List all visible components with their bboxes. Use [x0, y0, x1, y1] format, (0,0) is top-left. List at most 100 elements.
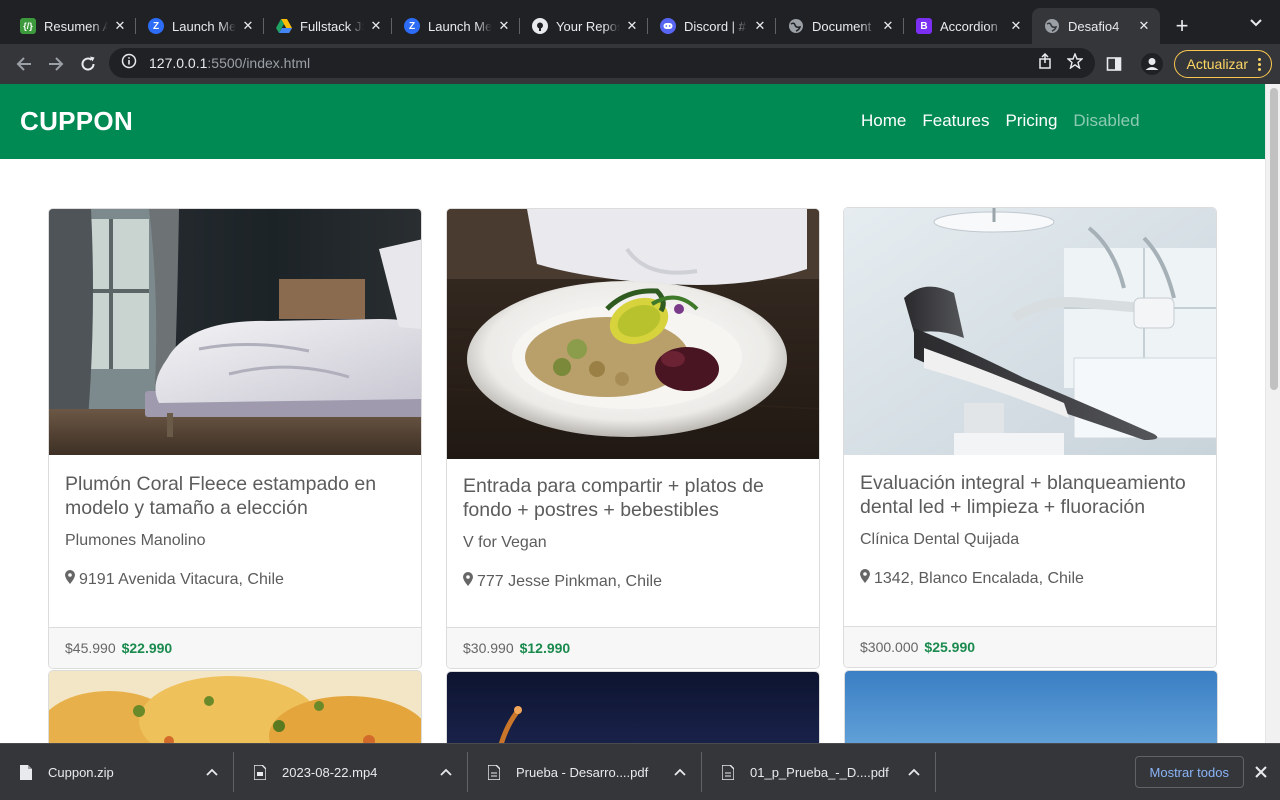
zip-file-icon: [20, 764, 32, 780]
bookmark-star-icon[interactable]: [1066, 51, 1084, 74]
pdf-file-icon: [721, 763, 735, 781]
location-text: 1342, Blanco Encalada, Chile: [874, 569, 1084, 587]
zoom-icon: Z: [404, 18, 420, 34]
deal-card[interactable]: Plumón Coral Fleece estampado en modelo …: [48, 208, 422, 669]
deal-price: $12.990: [519, 640, 571, 656]
old-price: $300.000: [860, 639, 919, 655]
old-price: $30.990: [463, 640, 514, 656]
downloads-bar: Cuppon.zip 2023-08-22.mp4 Prueba - Desar…: [0, 743, 1280, 800]
browser-tab[interactable]: {/} Resumen A ✕: [8, 8, 136, 44]
share-icon[interactable]: [1037, 52, 1053, 74]
google-drive-icon: [276, 18, 292, 34]
close-icon[interactable]: ✕: [624, 18, 640, 34]
url-text: 127.0.0.1:5500/index.html: [149, 55, 310, 71]
new-tab-icon[interactable]: +: [1168, 12, 1196, 40]
download-filename: 2023-08-22.mp4: [282, 764, 378, 780]
tab-title: Resumen A: [44, 18, 108, 34]
browser-tab-active[interactable]: Desafio4 ✕: [1032, 8, 1160, 44]
card-footer: $30.990 $12.990: [447, 627, 819, 668]
nav-links: Home Features Pricing Disabled: [853, 111, 1148, 131]
chevron-up-icon[interactable]: [436, 768, 456, 776]
profile-avatar-icon[interactable]: [1136, 48, 1168, 80]
page-scrollbar[interactable]: [1265, 84, 1280, 743]
tab-search-chevron-icon[interactable]: [1248, 14, 1264, 30]
update-button[interactable]: Actualizar: [1173, 50, 1272, 78]
download-filename: 01_p_Prueba_-_D....pdf: [750, 764, 889, 780]
map-marker-icon: [65, 570, 75, 589]
address-bar[interactable]: 127.0.0.1:5500/index.html: [109, 48, 1095, 78]
close-icon[interactable]: ✕: [496, 18, 512, 34]
site-navbar: CUPPON Home Features Pricing Disabled: [0, 84, 1265, 159]
more-vert-icon: [1258, 57, 1261, 71]
deal-card-image[interactable]: [844, 670, 1218, 743]
card-body: Evaluación integral + blanqueamiento den…: [860, 471, 1200, 588]
nav-link-features[interactable]: Features: [914, 111, 997, 131]
deal-card[interactable]: Entrada para compartir + platos de fondo…: [446, 208, 820, 669]
card-provider: Clínica Dental Quijada: [860, 531, 1020, 548]
tab-title: Launch Me: [428, 18, 492, 34]
forward-icon[interactable]: [40, 48, 72, 80]
location-text: 9191 Avenida Vitacura, Chile: [79, 570, 284, 588]
location-text: 777 Jesse Pinkman, Chile: [477, 572, 662, 590]
brand-logo[interactable]: CUPPON: [20, 106, 133, 137]
browser-tab[interactable]: Discord | # ✕: [648, 8, 776, 44]
card-location: 9191 Avenida Vitacura, Chile: [65, 570, 405, 589]
browser-tab[interactable]: B Accordion ✕: [904, 8, 1032, 44]
download-item[interactable]: Cuppon.zip: [0, 744, 234, 800]
deal-card[interactable]: Evaluación integral + blanqueamiento den…: [843, 207, 1217, 668]
bootstrap-icon: B: [916, 18, 932, 34]
video-file-icon: [253, 763, 267, 781]
chevron-up-icon[interactable]: [904, 768, 924, 776]
nav-link-pricing[interactable]: Pricing: [997, 111, 1065, 131]
deal-price: $25.990: [924, 639, 976, 655]
back-icon[interactable]: [8, 48, 40, 80]
browser-tab[interactable]: Z Launch Me ✕: [136, 8, 264, 44]
code-icon: {/}: [20, 18, 36, 34]
browser-tab[interactable]: Z Launch Me ✕: [392, 8, 520, 44]
close-icon[interactable]: [1252, 763, 1270, 781]
close-icon[interactable]: ✕: [752, 18, 768, 34]
close-icon[interactable]: ✕: [240, 18, 256, 34]
deal-card-image[interactable]: [48, 670, 422, 743]
tab-strip: {/} Resumen A ✕ Z Launch Me ✕ Fullstack …: [0, 0, 1280, 44]
chevron-up-icon[interactable]: [202, 768, 222, 776]
map-marker-icon: [860, 569, 870, 588]
deal-card-image[interactable]: [446, 671, 820, 743]
card-body: Plumón Coral Fleece estampado en modelo …: [65, 472, 405, 589]
globe-icon: [788, 18, 804, 34]
nav-link-home[interactable]: Home: [853, 111, 914, 131]
close-icon[interactable]: ✕: [880, 18, 896, 34]
card-title[interactable]: Plumón Coral Fleece estampado en modelo …: [65, 472, 405, 520]
close-icon[interactable]: ✕: [1136, 18, 1152, 34]
site-info-icon[interactable]: [121, 53, 137, 74]
download-item[interactable]: Prueba - Desarro....pdf: [468, 744, 702, 800]
side-panel-icon[interactable]: [1098, 48, 1130, 80]
zoom-icon: Z: [148, 18, 164, 34]
browser-tab[interactable]: Your Repos ✕: [520, 8, 648, 44]
globe-icon: [1044, 18, 1060, 34]
vegan-food-photo: [447, 209, 819, 459]
show-all-downloads-button[interactable]: Mostrar todos: [1134, 756, 1244, 788]
card-title[interactable]: Entrada para compartir + platos de fondo…: [463, 474, 803, 522]
card-location: 777 Jesse Pinkman, Chile: [463, 572, 803, 591]
close-icon[interactable]: ✕: [1008, 18, 1024, 34]
tab-title: Desafio4: [1068, 18, 1120, 34]
scrollbar-thumb[interactable]: [1270, 88, 1278, 390]
card-provider: Plumones Manolino: [65, 532, 206, 549]
discord-icon: [660, 18, 676, 34]
download-item[interactable]: 01_p_Prueba_-_D....pdf: [702, 744, 936, 800]
close-icon[interactable]: ✕: [112, 18, 128, 34]
close-icon[interactable]: ✕: [368, 18, 384, 34]
reload-icon[interactable]: [72, 48, 104, 80]
old-price: $45.990: [65, 640, 116, 656]
github-icon: [532, 18, 548, 34]
card-footer: $45.990 $22.990: [49, 627, 421, 668]
url-path: :5500/index.html: [207, 55, 311, 71]
download-item[interactable]: 2023-08-22.mp4: [234, 744, 468, 800]
card-title[interactable]: Evaluación integral + blanqueamiento den…: [860, 471, 1200, 519]
chevron-up-icon[interactable]: [670, 768, 690, 776]
update-label: Actualizar: [1186, 56, 1248, 72]
browser-tab[interactable]: Fullstack JS ✕: [264, 8, 392, 44]
browser-tab[interactable]: Document ✕: [776, 8, 904, 44]
pdf-file-icon: [487, 763, 501, 781]
